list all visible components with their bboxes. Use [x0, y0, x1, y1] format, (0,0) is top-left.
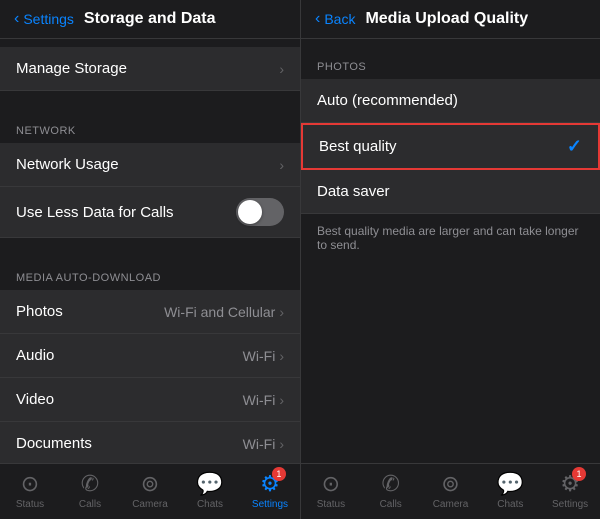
status-icon-left: ⊙ — [21, 471, 39, 497]
tab-status-label-right: Status — [317, 499, 345, 510]
photos-label: Photos — [16, 303, 63, 320]
tab-settings-label-left: Settings — [252, 499, 288, 510]
left-panel: ‹ Settings Storage and Data Manage Stora… — [0, 0, 300, 519]
toggle-knob — [238, 200, 262, 224]
photos-value: Wi-Fi and Cellular › — [164, 304, 284, 320]
calls-icon-right: ✆ — [381, 471, 399, 497]
audio-label: Audio — [16, 347, 54, 364]
manage-storage-item[interactable]: Manage Storage › — [0, 47, 300, 91]
settings-icon-right: ⚙ 1 — [560, 471, 580, 497]
chevron-left-icon: ‹ — [14, 10, 19, 28]
best-quality-item[interactable]: Best quality ✓ — [301, 123, 600, 170]
left-header: ‹ Settings Storage and Data — [0, 0, 300, 39]
camera-icon-left: ⊚ — [141, 471, 159, 497]
tab-calls-right[interactable]: ✆ Calls — [361, 471, 421, 510]
photos-section-header: PHOTOS — [301, 47, 600, 79]
network-usage-label: Network Usage — [16, 156, 119, 173]
quality-description: Best quality media are larger and can ta… — [301, 214, 600, 262]
settings-badge-right: 1 — [572, 467, 586, 481]
tab-calls-label-left: Calls — [79, 499, 101, 510]
tab-calls-label-right: Calls — [380, 499, 402, 510]
back-button-left[interactable]: ‹ Settings — [14, 10, 74, 28]
right-panel: ‹ Back Media Upload Quality PHOTOS Auto … — [300, 0, 600, 519]
tab-status-left[interactable]: ⊙ Status — [0, 471, 60, 510]
data-saver-item[interactable]: Data saver — [301, 170, 600, 214]
documents-item[interactable]: Documents Wi-Fi › — [0, 422, 300, 463]
back-label-right: Back — [324, 11, 355, 27]
right-panel-title: Media Upload Quality — [365, 10, 528, 28]
video-label: Video — [16, 391, 54, 408]
audio-value: Wi-Fi › — [243, 348, 284, 364]
tab-status-label-left: Status — [16, 499, 44, 510]
network-usage-chevron: › — [279, 157, 284, 173]
chevron-left-icon-right: ‹ — [315, 10, 320, 28]
auto-recommended-item[interactable]: Auto (recommended) — [301, 79, 600, 123]
back-button-right[interactable]: ‹ Back — [315, 10, 355, 28]
photos-item[interactable]: Photos Wi-Fi and Cellular › — [0, 290, 300, 334]
tab-camera-label-right: Camera — [433, 499, 469, 510]
data-saver-label: Data saver — [317, 183, 390, 200]
chats-icon-left: 💬 — [196, 471, 223, 497]
use-less-data-toggle[interactable] — [236, 198, 284, 226]
camera-icon-right: ⊚ — [441, 471, 459, 497]
video-value: Wi-Fi › — [243, 392, 284, 408]
network-section-header: NETWORK — [0, 111, 300, 143]
settings-badge-left: 1 — [272, 467, 286, 481]
tab-chats-left[interactable]: 💬 Chats — [180, 471, 240, 510]
tab-camera-left[interactable]: ⊚ Camera — [120, 471, 180, 510]
audio-item[interactable]: Audio Wi-Fi › — [0, 334, 300, 378]
tab-chats-right[interactable]: 💬 Chats — [480, 471, 540, 510]
chats-icon-right: 💬 — [497, 471, 524, 497]
right-header: ‹ Back Media Upload Quality — [301, 0, 600, 39]
manage-storage-label: Manage Storage — [16, 60, 127, 77]
tab-chats-label-left: Chats — [197, 499, 223, 510]
tab-bar-right: ⊙ Status ✆ Calls ⊚ Camera 💬 Chats ⚙ 1 Se… — [301, 463, 600, 519]
network-usage-item[interactable]: Network Usage › — [0, 143, 300, 187]
tab-chats-label-right: Chats — [497, 499, 523, 510]
tab-camera-label-left: Camera — [132, 499, 168, 510]
use-less-data-label: Use Less Data for Calls — [16, 204, 174, 221]
video-item[interactable]: Video Wi-Fi › — [0, 378, 300, 422]
best-quality-label: Best quality — [319, 138, 397, 155]
use-less-data-item[interactable]: Use Less Data for Calls — [0, 187, 300, 238]
auto-recommended-label: Auto (recommended) — [317, 92, 458, 109]
tab-bar-left: ⊙ Status ✆ Calls ⊚ Camera 💬 Chats ⚙ 1 Se… — [0, 463, 300, 519]
tab-settings-right[interactable]: ⚙ 1 Settings — [540, 471, 600, 510]
settings-icon-left: ⚙ 1 — [260, 471, 280, 497]
left-content: Manage Storage › NETWORK Network Usage ›… — [0, 39, 300, 463]
manage-storage-chevron: › — [279, 61, 284, 77]
right-content: PHOTOS Auto (recommended) Best quality ✓… — [301, 39, 600, 463]
tab-status-right[interactable]: ⊙ Status — [301, 471, 361, 510]
calls-icon-left: ✆ — [81, 471, 99, 497]
tab-settings-left[interactable]: ⚙ 1 Settings — [240, 471, 300, 510]
back-label-left: Settings — [23, 11, 74, 27]
media-auto-download-header: MEDIA AUTO-DOWNLOAD — [0, 258, 300, 290]
tab-calls-left[interactable]: ✆ Calls — [60, 471, 120, 510]
tab-settings-label-right: Settings — [552, 499, 588, 510]
left-panel-title: Storage and Data — [84, 10, 216, 28]
best-quality-checkmark: ✓ — [567, 136, 582, 157]
documents-value: Wi-Fi › — [243, 436, 284, 452]
tab-camera-right[interactable]: ⊚ Camera — [421, 471, 481, 510]
documents-label: Documents — [16, 435, 92, 452]
status-icon-right: ⊙ — [322, 471, 340, 497]
